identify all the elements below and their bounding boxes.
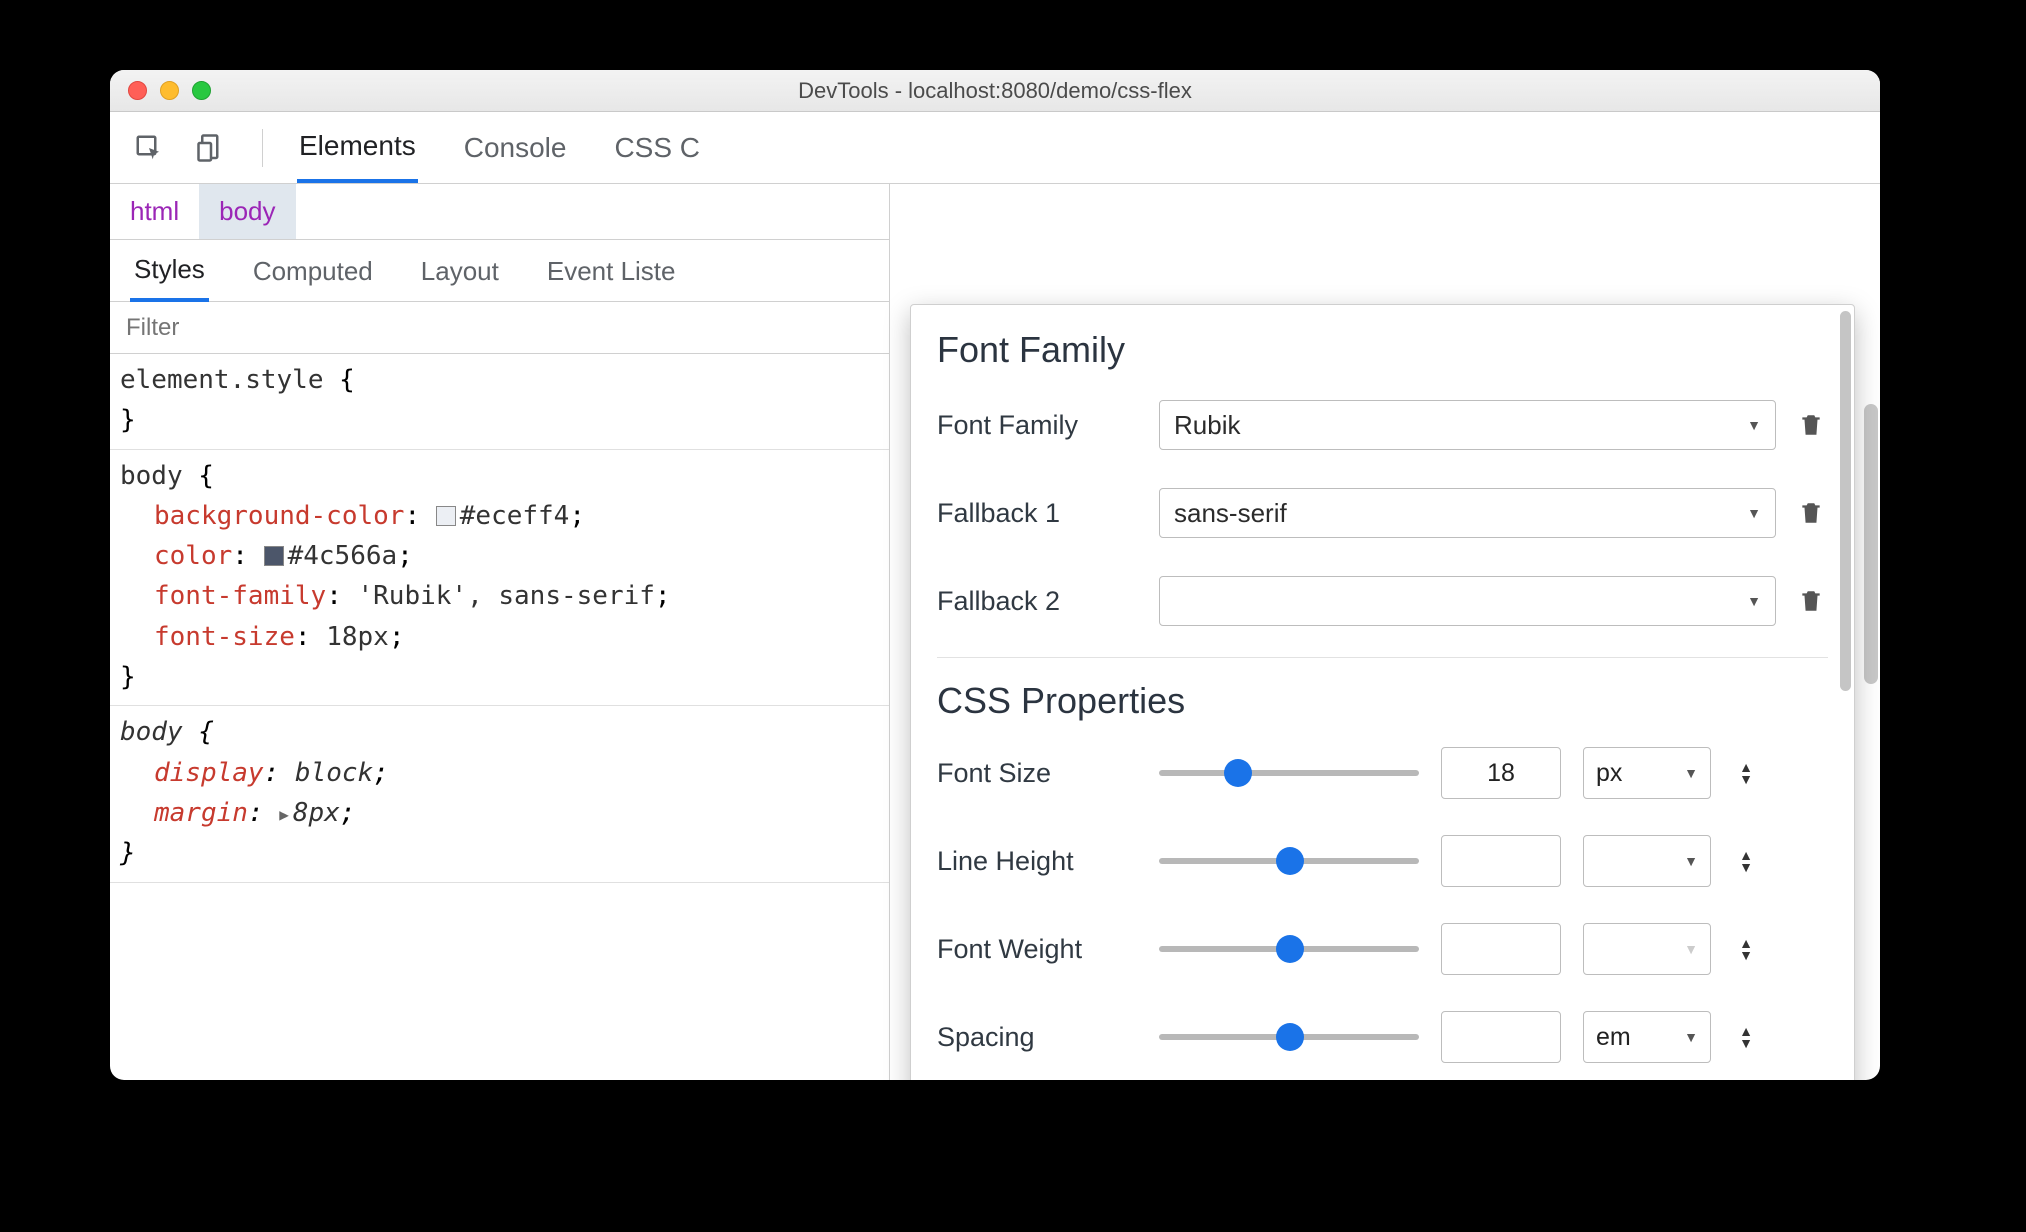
font-family-row: Font Family Rubik ▼ — [937, 393, 1828, 457]
styles-list: element.style { } body { background-colo… — [110, 354, 889, 1080]
styles-filter — [110, 302, 889, 354]
window-title: DevTools - localhost:8080/demo/css-flex — [110, 78, 1880, 104]
expand-shorthand-icon[interactable]: ▶ — [279, 803, 289, 828]
delete-icon[interactable] — [1798, 412, 1828, 438]
device-toolbar-icon[interactable] — [194, 131, 228, 165]
rule-body-1[interactable]: body { background-color: #eceff4; color:… — [110, 450, 889, 707]
selector-text: element.style — [120, 365, 324, 395]
caret-down-icon[interactable]: ▼ — [1739, 950, 1753, 960]
devtools-toolbar: Elements Console CSS C — [110, 112, 1880, 184]
line-height-input[interactable] — [1441, 835, 1561, 887]
chevron-down-icon: ▼ — [1684, 941, 1698, 957]
toolbar-separator — [262, 129, 263, 167]
font-size-slider[interactable] — [1159, 770, 1419, 776]
delete-icon[interactable] — [1798, 588, 1828, 614]
prop-color[interactable]: color: #4c566a; — [120, 536, 879, 576]
sidebar-tabs: Styles Computed Layout Event Liste — [110, 240, 889, 302]
scrollbar-thumb[interactable] — [1864, 404, 1878, 684]
font-size-unit-select[interactable]: px ▼ — [1583, 747, 1711, 799]
prop-font-family[interactable]: font-family: 'Rubik', sans-serif; — [120, 576, 879, 616]
font-family-select[interactable]: Rubik ▼ — [1159, 400, 1776, 450]
content-area: html body Styles Computed Layout Event L… — [110, 184, 1880, 1080]
line-height-stepper[interactable]: ▲ ▼ — [1733, 850, 1759, 872]
selector-text: body — [120, 461, 183, 491]
dom-breadcrumb: html body — [110, 184, 889, 240]
row-label: Fallback 1 — [937, 498, 1137, 529]
spacing-row: Spacing em ▼ ▲ ▼ — [937, 1008, 1828, 1066]
row-label: Font Weight — [937, 934, 1137, 965]
font-size-stepper[interactable]: ▲ ▼ — [1733, 762, 1759, 784]
subtab-layout[interactable]: Layout — [417, 241, 503, 300]
styles-panel: html body Styles Computed Layout Event L… — [110, 184, 890, 1080]
font-weight-stepper[interactable]: ▲ ▼ — [1733, 938, 1759, 960]
spacing-stepper[interactable]: ▲ ▼ — [1733, 1026, 1759, 1048]
font-weight-unit-select[interactable]: ▼ — [1583, 923, 1711, 975]
prop-background-color[interactable]: background-color: #eceff4; — [120, 496, 879, 536]
chevron-down-icon: ▼ — [1684, 765, 1698, 781]
row-label: Font Size — [937, 758, 1137, 789]
fallback-2-select[interactable]: ▼ — [1159, 576, 1776, 626]
row-label: Font Family — [937, 410, 1137, 441]
row-label: Spacing — [937, 1022, 1137, 1053]
section-title-css-properties: CSS Properties — [937, 680, 1828, 722]
fallback-1-select[interactable]: sans-serif ▼ — [1159, 488, 1776, 538]
font-size-input[interactable]: 18 — [1441, 747, 1561, 799]
section-title-font-family: Font Family — [937, 329, 1828, 371]
chevron-down-icon: ▼ — [1684, 853, 1698, 869]
spacing-input[interactable] — [1441, 1011, 1561, 1063]
prop-display[interactable]: display: block; — [120, 753, 879, 793]
chevron-down-icon: ▼ — [1747, 593, 1761, 609]
prop-margin[interactable]: margin: ▶8px; — [120, 793, 879, 833]
titlebar: DevTools - localhost:8080/demo/css-flex — [110, 70, 1880, 112]
popover-scrollbar-thumb[interactable] — [1840, 311, 1851, 691]
subtab-styles[interactable]: Styles — [130, 239, 209, 302]
line-height-slider[interactable] — [1159, 858, 1419, 864]
fallback-2-row: Fallback 2 ▼ — [937, 569, 1828, 633]
divider — [937, 657, 1828, 658]
tab-css-overview[interactable]: CSS C — [612, 114, 702, 181]
delete-icon[interactable] — [1798, 500, 1828, 526]
font-weight-input[interactable] — [1441, 923, 1561, 975]
chevron-down-icon: ▼ — [1747, 505, 1761, 521]
row-label: Fallback 2 — [937, 586, 1137, 617]
subtab-event-listeners[interactable]: Event Liste — [543, 241, 680, 300]
rule-body-ua[interactable]: body { display: block; margin: ▶8px; } — [110, 706, 889, 882]
selector-text: body — [120, 717, 183, 747]
font-size-row: Font Size 18 px ▼ ▲ ▼ — [937, 744, 1828, 802]
subtab-computed[interactable]: Computed — [249, 241, 377, 300]
devtools-window: DevTools - localhost:8080/demo/css-flex … — [110, 70, 1880, 1080]
prop-font-size[interactable]: font-size: 18px; — [120, 617, 879, 657]
font-weight-slider[interactable] — [1159, 946, 1419, 952]
line-height-unit-select[interactable]: ▼ — [1583, 835, 1711, 887]
rule-element-style[interactable]: element.style { } — [110, 354, 889, 450]
row-label: Line Height — [937, 846, 1137, 877]
chevron-down-icon: ▼ — [1747, 417, 1761, 433]
line-height-row: Line Height ▼ ▲ ▼ — [937, 832, 1828, 890]
tab-console[interactable]: Console — [462, 114, 569, 181]
inspect-element-icon[interactable] — [132, 131, 166, 165]
font-editor-popover: Font Family Font Family Rubik ▼ Fallback… — [910, 304, 1855, 1080]
fallback-1-row: Fallback 1 sans-serif ▼ — [937, 481, 1828, 545]
tab-elements[interactable]: Elements — [297, 112, 418, 183]
spacing-slider[interactable] — [1159, 1034, 1419, 1040]
color-swatch-icon[interactable] — [264, 546, 284, 566]
filter-input[interactable] — [126, 314, 873, 342]
chevron-down-icon: ▼ — [1684, 1029, 1698, 1045]
font-weight-row: Font Weight ▼ ▲ ▼ — [937, 920, 1828, 978]
breadcrumb-html[interactable]: html — [110, 184, 199, 239]
caret-down-icon[interactable]: ▼ — [1739, 1038, 1753, 1048]
color-swatch-icon[interactable] — [436, 506, 456, 526]
spacing-unit-select[interactable]: em ▼ — [1583, 1011, 1711, 1063]
breadcrumb-body[interactable]: body — [199, 184, 295, 239]
main-tabs: Elements Console CSS C — [297, 112, 702, 183]
caret-down-icon[interactable]: ▼ — [1739, 774, 1753, 784]
caret-down-icon[interactable]: ▼ — [1739, 862, 1753, 872]
